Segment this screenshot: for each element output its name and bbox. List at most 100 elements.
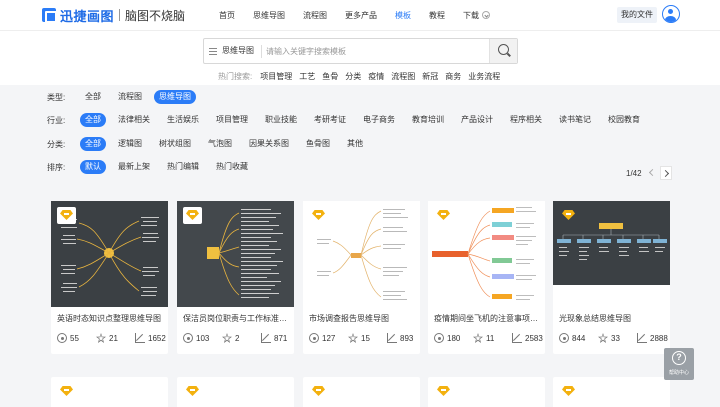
user-avatar-icon[interactable] — [662, 5, 680, 23]
hot-search-item[interactable]: 项目管理 — [260, 71, 292, 82]
template-thumbnail[interactable] — [303, 201, 420, 307]
filter-chip[interactable]: 流程图 — [113, 90, 147, 104]
nav-download[interactable]: 下载 — [454, 10, 499, 21]
filter-chip[interactable]: 项目管理 — [211, 113, 253, 127]
nav-tutorials[interactable]: 教程 — [420, 10, 454, 21]
hot-search-item[interactable]: 流程图 — [391, 71, 415, 82]
hot-search-item[interactable]: 业务流程 — [468, 71, 500, 82]
stars-count: 33 — [611, 333, 620, 343]
vip-badge — [309, 383, 328, 400]
diamond-icon — [562, 386, 575, 396]
filter-chip[interactable]: 全部 — [80, 90, 106, 104]
star-icon[interactable] — [598, 333, 608, 343]
template-title[interactable]: 保洁员岗位职责与工作标准思维导图 — [183, 313, 288, 324]
template-stats: 180 11 2583 — [432, 332, 543, 344]
filter-chip[interactable]: 气泡图 — [203, 137, 237, 151]
question-icon: ? — [672, 351, 686, 365]
filter-chip-selected[interactable]: 全部 — [80, 137, 106, 151]
template-card[interactable] — [303, 377, 420, 407]
hot-search-item[interactable]: 商务 — [445, 71, 461, 82]
filter-chip[interactable]: 产品设计 — [456, 113, 498, 127]
filter-chip[interactable]: 因果关系图 — [244, 137, 294, 151]
template-card[interactable]: 疫情期间坐飞机的注意事项思维导图 180 11 2583 — [428, 201, 545, 354]
star-icon[interactable] — [96, 333, 106, 343]
template-thumbnail[interactable] — [51, 201, 168, 307]
filter-chip[interactable]: 职业技能 — [260, 113, 302, 127]
stars-count: 2 — [235, 333, 240, 343]
filter-chip[interactable]: 逻辑图 — [113, 137, 147, 151]
chevron-left-icon[interactable] — [645, 166, 657, 180]
views-count: 844 — [572, 333, 586, 343]
nav-flowchart[interactable]: 流程图 — [294, 10, 336, 21]
views-stat: 103 — [183, 332, 209, 344]
nav-home[interactable]: 首页 — [210, 10, 244, 21]
search-icon[interactable] — [489, 39, 517, 63]
sort-chip-selected[interactable]: 默认 — [80, 160, 106, 174]
logo[interactable]: 迅捷画图 脑图不烧脑 — [42, 6, 185, 24]
star-icon[interactable] — [348, 333, 358, 343]
hot-search-item[interactable]: 疫情 — [368, 71, 384, 82]
edit-icon — [512, 333, 522, 343]
my-files-button[interactable]: 我的文件 — [617, 7, 657, 23]
star-icon[interactable] — [222, 333, 232, 343]
search-input[interactable] — [266, 41, 486, 61]
search-box: 思维导图 — [203, 38, 518, 64]
template-card[interactable] — [177, 377, 294, 407]
top-bar: 迅捷画图 脑图不烧脑 首页 思维导图 流程图 更多产品 模板 教程 下载 我的文… — [0, 0, 720, 30]
template-thumbnail[interactable] — [428, 201, 545, 307]
edits-count: 2583 — [525, 333, 543, 343]
hot-search-item[interactable]: 新冠 — [422, 71, 438, 82]
views-stat: 127 — [309, 332, 335, 344]
filter-chip[interactable]: 电子商务 — [358, 113, 400, 127]
logo-name: 迅捷画图 — [60, 8, 115, 24]
filter-chip[interactable]: 鱼骨图 — [301, 137, 335, 151]
filter-chip[interactable]: 教育培训 — [407, 113, 449, 127]
hot-search-item[interactable]: 工艺 — [299, 71, 315, 82]
help-center-button[interactable]: ? 帮助中心 — [664, 348, 694, 380]
template-card[interactable] — [428, 377, 545, 407]
template-title[interactable]: 光现象总结思维导图 — [559, 313, 664, 324]
page-indicator: 1/42 — [626, 168, 642, 178]
sort-chip[interactable]: 热门编辑 — [162, 160, 204, 174]
search-type-selector[interactable]: 思维导图 — [222, 39, 254, 63]
sort-chip[interactable]: 最新上架 — [113, 160, 155, 174]
template-thumbnail[interactable] — [177, 201, 294, 307]
filter-chip-selected[interactable]: 思维导图 — [154, 90, 196, 104]
filter-chip-selected[interactable]: 全部 — [80, 113, 106, 127]
diamond-icon — [312, 210, 325, 220]
template-title[interactable]: 英语时态知识点整理思维导图 — [57, 313, 162, 324]
template-card[interactable] — [553, 377, 670, 407]
chevron-down-icon — [482, 11, 490, 20]
edit-icon — [261, 333, 271, 343]
stars-count: 21 — [109, 333, 118, 343]
template-card[interactable] — [51, 377, 168, 407]
filter-chip[interactable]: 法律相关 — [113, 113, 155, 127]
filter-chip[interactable]: 考研考证 — [309, 113, 351, 127]
hot-search-item[interactable]: 鱼骨 — [322, 71, 338, 82]
hot-search-item[interactable]: 分类 — [345, 71, 361, 82]
edit-icon — [387, 333, 397, 343]
edits-stat: 871 — [261, 332, 287, 344]
template-title[interactable]: 市场调查报告思维导图 — [309, 313, 414, 324]
filter-chip[interactable]: 校园教育 — [603, 113, 645, 127]
nav-mindmap[interactable]: 思维导图 — [244, 10, 294, 21]
filter-chip[interactable]: 读书笔记 — [554, 113, 596, 127]
filter-row-sort: 排序: 默认 最新上架 热门编辑 热门收藏 — [47, 160, 260, 174]
chevron-right-icon[interactable] — [659, 166, 672, 180]
template-card[interactable]: 光现象总结思维导图 844 33 2888 — [553, 201, 670, 354]
filter-chip[interactable]: 程序相关 — [505, 113, 547, 127]
template-card[interactable]: 英语时态知识点整理思维导图 55 21 1652 — [51, 201, 168, 354]
nav-templates[interactable]: 模板 — [386, 10, 420, 21]
eye-icon — [434, 333, 444, 343]
star-icon[interactable] — [473, 333, 483, 343]
filter-chip[interactable]: 树状组图 — [154, 137, 196, 151]
filter-chip[interactable]: 生活娱乐 — [162, 113, 204, 127]
sort-chip[interactable]: 热门收藏 — [211, 160, 253, 174]
filter-chip[interactable]: 其他 — [342, 137, 368, 151]
template-thumbnail[interactable] — [553, 201, 670, 307]
template-card[interactable]: 保洁员岗位职责与工作标准思维导图 103 2 871 — [177, 201, 294, 354]
template-card[interactable]: 市场调查报告思维导图 127 15 893 — [303, 201, 420, 354]
template-title[interactable]: 疫情期间坐飞机的注意事项思维导图 — [434, 313, 539, 324]
menu-icon[interactable] — [209, 48, 217, 55]
nav-more-products[interactable]: 更多产品 — [336, 10, 386, 21]
